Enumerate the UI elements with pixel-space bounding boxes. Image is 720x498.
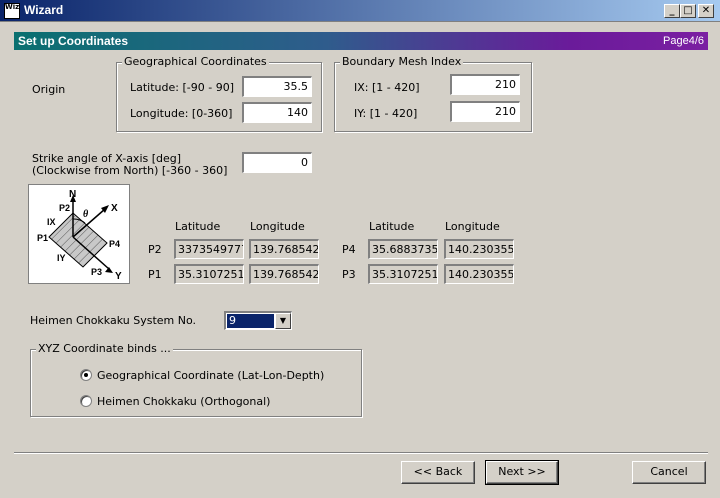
close-button[interactable]: ✕ — [698, 4, 714, 18]
p2-latitude-field: 33735497779 — [174, 239, 244, 259]
diagram-iy-label: IY — [57, 253, 66, 263]
p1-longitude-field: 139.7685424 — [249, 264, 319, 284]
iy-input[interactable]: 210 — [450, 101, 520, 122]
xyz-binds-legend: XYZ Coordinate binds ... — [36, 342, 173, 355]
geo-coordinates-legend: Geographical Coordinates — [122, 55, 269, 68]
ix-label: IX: [1 - 420] — [354, 81, 420, 94]
corners-right-lon-header: Longitude — [445, 220, 500, 233]
title-bar[interactable] — [0, 0, 720, 22]
p1-latitude-field: 35.31072514 — [174, 264, 244, 284]
corners-left-lon-header: Longitude — [250, 220, 305, 233]
diagram-svg: N P2 θ X IX P1 P4 IY P3 Y — [37, 189, 122, 282]
footer-separator — [14, 452, 708, 454]
radio-geographical-label[interactable]: Geographical Coordinate (Lat-Lon-Depth) — [97, 369, 324, 382]
p1-label: P1 — [148, 268, 162, 281]
chevron-down-icon[interactable]: ▼ — [275, 313, 291, 329]
diagram-theta-label: θ — [83, 209, 89, 220]
cancel-button[interactable]: Cancel — [632, 461, 706, 484]
radio-heimen-label[interactable]: Heimen Chokkaku (Orthogonal) — [97, 395, 270, 408]
diagram-ix-label: IX — [47, 217, 56, 227]
page-indicator: Page4/6 — [663, 35, 704, 47]
p4-label: P4 — [342, 243, 356, 256]
app-icon[interactable]: Wiz — [4, 3, 20, 19]
diagram-n-label: N — [69, 189, 76, 200]
corners-left-lat-header: Latitude — [175, 220, 221, 233]
p4-longitude-field: 140.2303553 — [444, 239, 514, 259]
page-title: Set up Coordinates — [18, 34, 129, 48]
back-button[interactable]: << Back — [401, 461, 475, 484]
p2-label: P2 — [148, 243, 162, 256]
coordinate-diagram: N P2 θ X IX P1 P4 IY P3 Y — [28, 184, 130, 284]
corners-right-lat-header: Latitude — [369, 220, 415, 233]
iy-label: IY: [1 - 420] — [354, 107, 418, 120]
longitude-input[interactable]: 140 — [242, 102, 312, 123]
strike-angle-sublabel: (Clockwise from North) [-360 - 360] — [32, 164, 228, 177]
heimen-system-value: 9 — [227, 314, 274, 328]
diagram-p3-label: P3 — [91, 267, 102, 277]
y-arrowhead — [105, 267, 113, 273]
minimize-button[interactable]: _ — [664, 4, 680, 18]
p4-latitude-field: 35.68837354 — [368, 239, 438, 259]
p2-longitude-field: 139.7685424 — [249, 239, 319, 259]
radio-geographical[interactable] — [80, 369, 92, 381]
radio-selected-dot — [84, 373, 88, 377]
p3-longitude-field: 140.2303553 — [444, 264, 514, 284]
p3-label: P3 — [342, 268, 356, 281]
radio-heimen[interactable] — [80, 395, 92, 407]
heimen-system-label: Heimen Chokkaku System No. — [30, 314, 196, 327]
maximize-button[interactable]: □ — [680, 4, 696, 18]
heimen-system-select[interactable]: 9 ▼ — [224, 311, 292, 330]
longitude-label: Longitude: [0-360] — [130, 107, 233, 120]
diagram-x-label: X — [111, 203, 118, 214]
window-title: Wizard — [24, 3, 64, 17]
diagram-p1-label: P1 — [37, 233, 48, 243]
latitude-label: Latitude: [-90 - 90] — [130, 81, 234, 94]
next-button[interactable]: Next >> — [485, 460, 559, 485]
p3-latitude-field: 35.31072514 — [368, 264, 438, 284]
diagram-y-label: Y — [115, 271, 122, 282]
diagram-p4-label: P4 — [109, 239, 120, 249]
diagram-p2-label: P2 — [59, 203, 70, 213]
ix-input[interactable]: 210 — [450, 74, 520, 95]
strike-angle-input[interactable]: 0 — [242, 152, 312, 173]
mesh-index-legend: Boundary Mesh Index — [340, 55, 464, 68]
origin-label: Origin — [32, 83, 66, 96]
latitude-input[interactable]: 35.5 — [242, 76, 312, 97]
